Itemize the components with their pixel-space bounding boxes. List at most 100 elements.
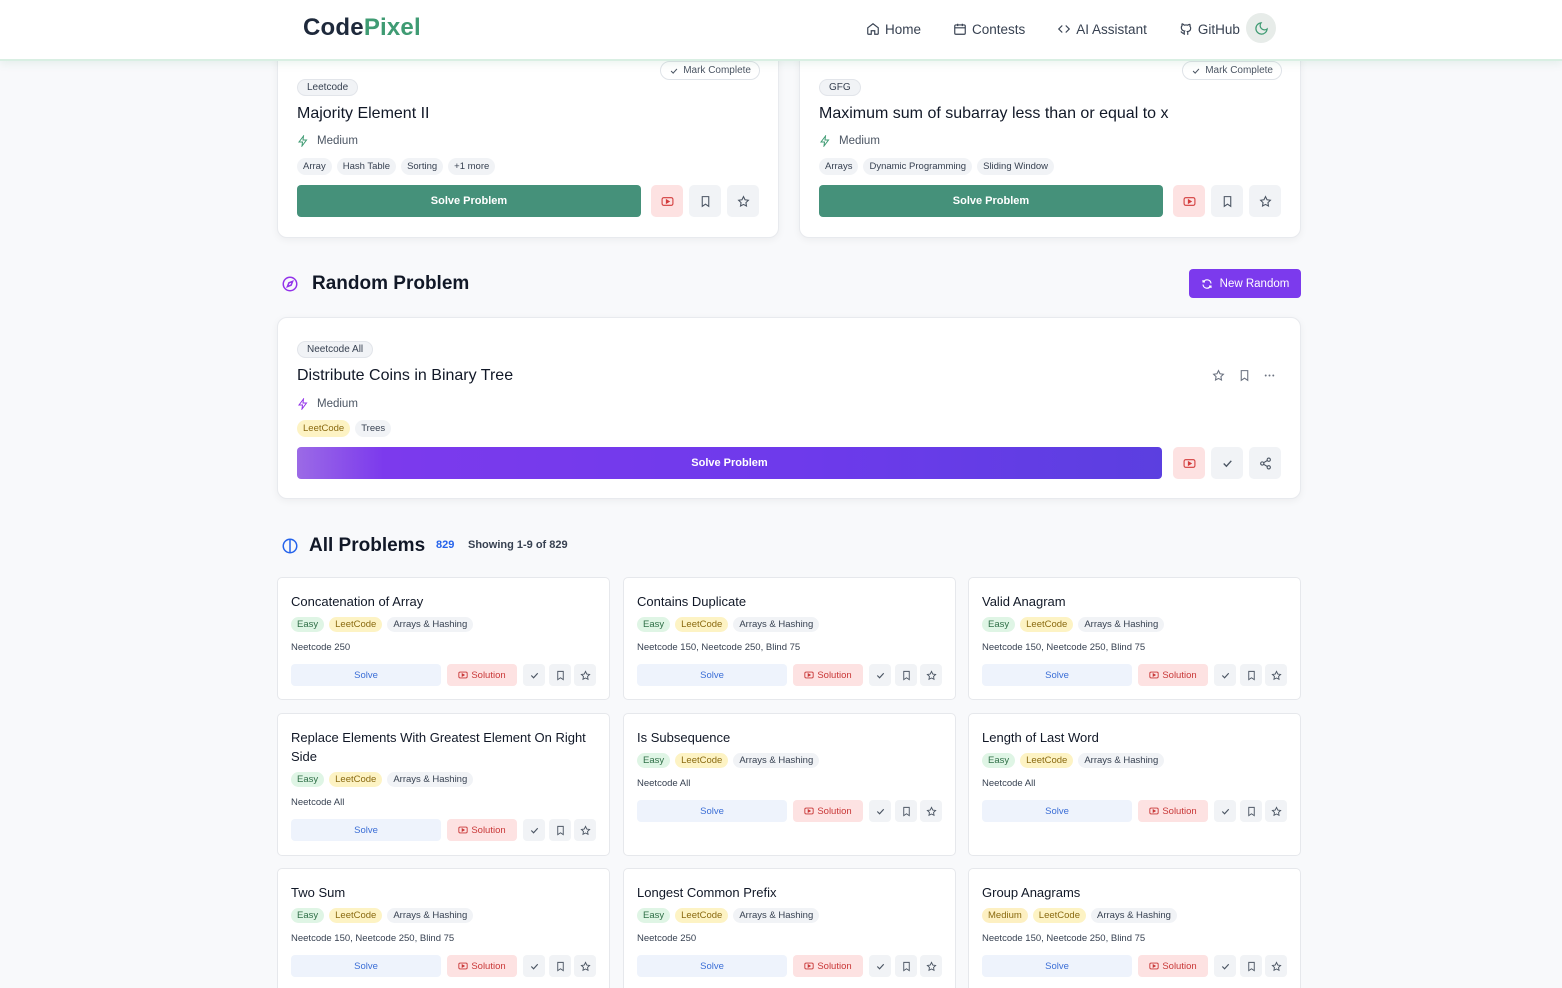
solve-button[interactable]: Solve <box>982 664 1132 686</box>
problem-title[interactable]: Group Anagrams <box>982 883 1282 902</box>
problem-lists: Neetcode 250 <box>637 933 697 944</box>
difficulty-tag: Easy <box>637 617 671 632</box>
favorite-button[interactable] <box>1265 955 1287 977</box>
favorite-button[interactable] <box>574 819 596 841</box>
tag-more[interactable]: +1 more <box>448 158 496 175</box>
theme-toggle-button[interactable] <box>1246 13 1276 43</box>
solve-button[interactable]: Solve <box>291 955 441 977</box>
calendar-icon <box>953 22 967 36</box>
problem-title[interactable]: Is Subsequence <box>637 728 937 747</box>
favorite-button[interactable] <box>1249 185 1281 217</box>
source-badge: Neetcode All <box>297 341 374 358</box>
bookmark-button[interactable] <box>895 800 917 822</box>
mark-complete-button[interactable] <box>869 664 891 686</box>
problem-title[interactable]: Maximum sum of subarray less than or equ… <box>819 105 1168 123</box>
favorite-button[interactable] <box>574 664 596 686</box>
bookmark-icon[interactable] <box>1238 369 1251 382</box>
solve-button[interactable]: Solve <box>982 955 1132 977</box>
mark-complete-button[interactable] <box>869 800 891 822</box>
favorite-button[interactable] <box>574 955 596 977</box>
problem-title[interactable]: Majority Element II <box>297 105 429 123</box>
solution-button[interactable]: Solution <box>793 955 863 977</box>
bookmark-button[interactable] <box>549 664 571 686</box>
solve-problem-button[interactable]: Solve Problem <box>819 185 1163 217</box>
solution-button[interactable]: Solution <box>1138 664 1208 686</box>
bookmark-button[interactable] <box>1240 800 1262 822</box>
nav-contests[interactable]: Contests <box>953 18 1025 40</box>
problem-title[interactable]: Concatenation of Array <box>291 592 591 611</box>
solve-button[interactable]: Solve <box>637 955 787 977</box>
check-icon <box>1220 961 1231 972</box>
mark-complete-button[interactable] <box>1214 955 1236 977</box>
bookmark-button[interactable] <box>895 955 917 977</box>
solution-button[interactable]: Solution <box>793 664 863 686</box>
solution-button[interactable]: Solution <box>1138 955 1208 977</box>
solve-button[interactable]: Solve <box>637 800 787 822</box>
bookmark-button[interactable] <box>1211 185 1243 217</box>
solve-problem-button[interactable]: Solve Problem <box>297 185 641 217</box>
mark-complete-button[interactable] <box>1214 800 1236 822</box>
problem-title[interactable]: Longest Common Prefix <box>637 883 937 902</box>
bookmark-button[interactable] <box>1240 664 1262 686</box>
mark-complete-button[interactable] <box>1211 447 1243 479</box>
solution-button[interactable]: Solution <box>793 800 863 822</box>
solution-button[interactable]: Solution <box>1138 800 1208 822</box>
bookmark-button[interactable] <box>1240 955 1262 977</box>
youtube-icon <box>804 961 814 971</box>
mark-complete-button[interactable] <box>1214 664 1236 686</box>
solve-button[interactable]: Solve <box>291 819 441 841</box>
favorite-button[interactable] <box>920 955 942 977</box>
video-solution-button[interactable] <box>1173 447 1205 479</box>
mark-complete-button[interactable] <box>869 955 891 977</box>
favorite-button[interactable] <box>920 664 942 686</box>
bookmark-button[interactable] <box>549 819 571 841</box>
favorite-button[interactable] <box>920 800 942 822</box>
zap-icon <box>297 135 309 147</box>
new-random-button[interactable]: New Random <box>1189 269 1301 298</box>
problem-title[interactable]: Two Sum <box>291 883 591 902</box>
problem-title[interactable]: Replace Elements With Greatest Element O… <box>291 728 591 766</box>
star-icon[interactable] <box>1212 369 1225 382</box>
problem-title[interactable]: Length of Last Word <box>982 728 1282 747</box>
bookmark-icon <box>901 806 912 817</box>
nav-ai-assistant[interactable]: AI Assistant <box>1057 18 1147 40</box>
solve-button[interactable]: Solve <box>982 800 1132 822</box>
share-button[interactable] <box>1249 447 1281 479</box>
zap-icon <box>819 135 831 147</box>
mark-complete-button[interactable]: Mark Complete <box>1182 61 1282 80</box>
video-solution-button[interactable] <box>651 185 683 217</box>
solve-button[interactable]: Solve <box>637 664 787 686</box>
bookmark-button[interactable] <box>689 185 721 217</box>
favorite-button[interactable] <box>1265 800 1287 822</box>
home-icon <box>866 22 880 36</box>
solve-problem-button[interactable]: Solve Problem <box>297 447 1162 479</box>
mark-complete-button[interactable]: Mark Complete <box>660 61 760 80</box>
favorite-button[interactable] <box>1265 664 1287 686</box>
mark-complete-button[interactable] <box>523 819 545 841</box>
solve-button[interactable]: Solve <box>291 664 441 686</box>
logo[interactable]: CodePixel <box>303 14 421 42</box>
favorite-button[interactable] <box>727 185 759 217</box>
solution-label: Solution <box>817 805 852 817</box>
solution-label: Solution <box>1162 960 1197 972</box>
bookmark-icon <box>555 670 566 681</box>
problem-title[interactable]: Contains Duplicate <box>637 592 937 611</box>
check-icon <box>529 670 540 681</box>
nav-home[interactable]: Home <box>866 18 921 40</box>
mark-complete-button[interactable] <box>523 664 545 686</box>
solution-label: Solution <box>817 669 852 681</box>
solution-button[interactable]: Solution <box>447 819 517 841</box>
bookmark-button[interactable] <box>895 664 917 686</box>
solution-button[interactable]: Solution <box>447 664 517 686</box>
category-tag: Arrays & Hashing <box>387 908 474 923</box>
youtube-icon <box>1183 195 1196 208</box>
more-icon[interactable] <box>1263 369 1276 382</box>
bookmark-button[interactable] <box>549 955 571 977</box>
check-icon <box>529 825 540 836</box>
mark-complete-button[interactable] <box>523 955 545 977</box>
video-solution-button[interactable] <box>1173 185 1205 217</box>
solution-button[interactable]: Solution <box>447 955 517 977</box>
problem-title[interactable]: Valid Anagram <box>982 592 1282 611</box>
problem-title[interactable]: Distribute Coins in Binary Tree <box>297 367 513 385</box>
nav-github[interactable]: GitHub <box>1179 18 1240 40</box>
